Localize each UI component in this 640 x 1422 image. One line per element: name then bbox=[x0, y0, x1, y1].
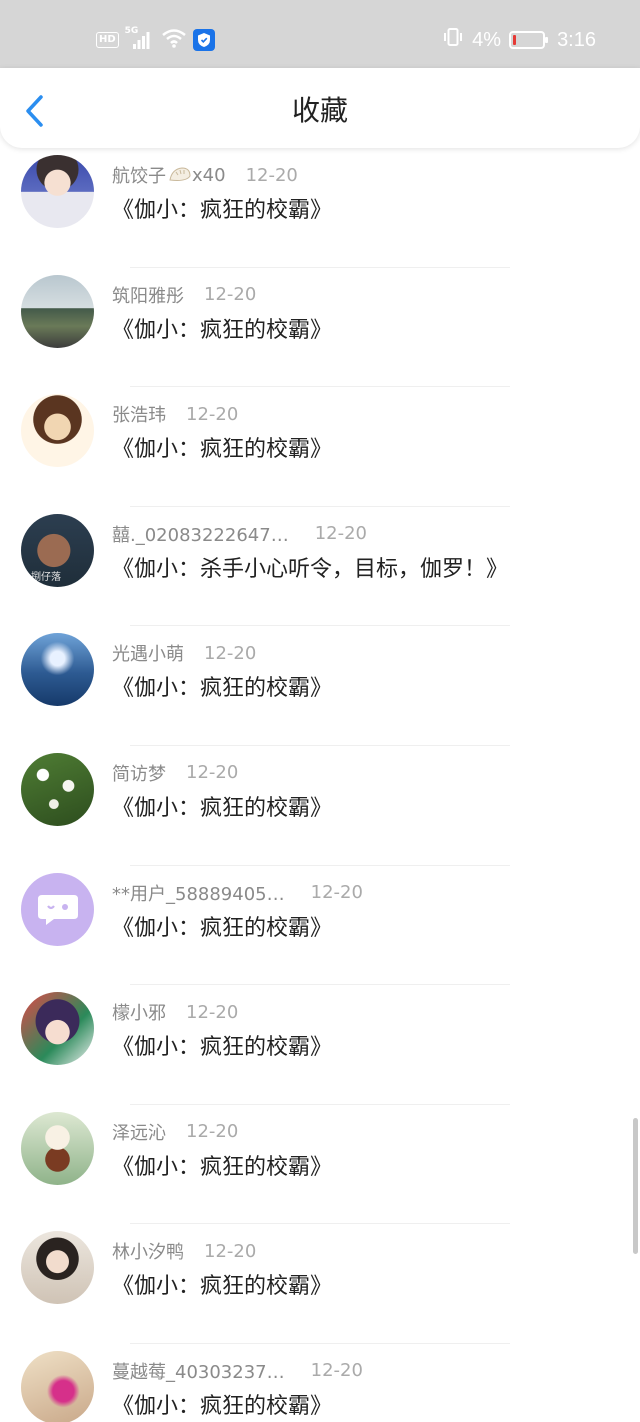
item-content[interactable]: 《伽小：疯狂的校霸》 bbox=[112, 196, 332, 226]
item-meta: 檬小邪 12-20 bbox=[112, 999, 238, 1025]
item-meta: 张浩玮 12-20 bbox=[112, 401, 238, 427]
battery-level bbox=[513, 35, 517, 45]
item-date: 12-20 bbox=[204, 1240, 257, 1262]
battery-icon bbox=[509, 31, 549, 49]
shield-app-icon bbox=[192, 29, 215, 51]
avatar[interactable] bbox=[21, 633, 94, 707]
favorites-list: 航饺子 x40 12-20 《伽小：疯狂的校霸》 筑阳雅彤 12-20 《伽小：… bbox=[0, 148, 640, 1422]
badge-count: x40 bbox=[192, 164, 226, 186]
page-title: 收藏 bbox=[291, 94, 348, 127]
battery-percent: 4% bbox=[472, 28, 502, 51]
item-meta: 航饺子 x40 12-20 bbox=[112, 162, 298, 188]
status-bar-right: 4% 3:16 bbox=[442, 26, 596, 54]
avatar[interactable] bbox=[21, 1111, 94, 1185]
username[interactable]: 檬小邪 bbox=[112, 999, 166, 1025]
item-content[interactable]: 《伽小：疯狂的校霸》 bbox=[112, 1153, 332, 1183]
item-meta: 筑阳雅彤 12-20 bbox=[112, 282, 256, 308]
scrollbar[interactable] bbox=[633, 1118, 638, 1254]
list-item[interactable]: **用户_58889405… 12-20 《伽小：疯狂的校霸》 bbox=[0, 866, 640, 986]
list-item[interactable]: 林小汐鸭 12-20 《伽小：疯狂的校霸》 bbox=[0, 1224, 640, 1344]
username[interactable]: 囍._02083222647… bbox=[112, 521, 289, 547]
item-content[interactable]: 《伽小：疯狂的校霸》 bbox=[112, 435, 332, 465]
list-item[interactable]: 泽远沁 12-20 《伽小：疯狂的校霸》 bbox=[0, 1105, 640, 1225]
username[interactable]: 林小汐鸭 bbox=[112, 1238, 184, 1264]
item-date: 12-20 bbox=[186, 1121, 239, 1143]
item-date: 12-20 bbox=[204, 642, 257, 664]
avatar[interactable] bbox=[21, 394, 94, 468]
username[interactable]: 光遇小萌 bbox=[112, 640, 184, 666]
username[interactable]: 筑阳雅彤 bbox=[112, 282, 184, 308]
item-content[interactable]: 《伽小：杀手小心听令，目标，伽罗！》 bbox=[112, 555, 508, 585]
list-item[interactable]: 蔓越莓_40303237… 12-20 《伽小：疯狂的校霸》 bbox=[0, 1344, 640, 1422]
item-date: 12-20 bbox=[186, 403, 239, 425]
list-item[interactable]: 捌仔落 囍._02083222647… 12-20 《伽小：杀手小心听令，目标，… bbox=[0, 507, 640, 627]
item-content[interactable]: 《伽小：疯狂的校霸》 bbox=[112, 914, 332, 944]
item-meta: 林小汐鸭 12-20 bbox=[112, 1238, 256, 1264]
item-meta: **用户_58889405… 12-20 bbox=[112, 880, 363, 906]
item-meta: 蔓越莓_40303237… 12-20 bbox=[112, 1358, 363, 1384]
status-bar: HD 5G 4% 3:16 bbox=[0, 0, 640, 68]
avatar[interactable]: 捌仔落 bbox=[21, 513, 94, 587]
item-content[interactable]: 《伽小：疯狂的校霸》 bbox=[112, 1392, 332, 1422]
username[interactable]: 航饺子 bbox=[112, 162, 166, 188]
item-meta: 泽远沁 12-20 bbox=[112, 1119, 238, 1145]
avatar[interactable] bbox=[21, 1350, 94, 1422]
list-item[interactable]: 简访梦 12-20 《伽小：疯狂的校霸》 bbox=[0, 746, 640, 866]
item-date: 12-20 bbox=[186, 762, 239, 784]
item-content[interactable]: 《伽小：疯狂的校霸》 bbox=[112, 1272, 332, 1302]
item-date: 12-20 bbox=[204, 284, 257, 306]
avatar[interactable] bbox=[21, 872, 94, 946]
status-bar-left: HD 5G bbox=[96, 26, 215, 54]
vibrate-icon bbox=[442, 26, 464, 54]
item-meta: 囍._02083222647… 12-20 bbox=[112, 521, 367, 547]
username[interactable]: 蔓越莓_40303237… bbox=[112, 1358, 285, 1384]
item-date: 12-20 bbox=[245, 164, 298, 186]
item-content[interactable]: 《伽小：疯狂的校霸》 bbox=[112, 1033, 332, 1063]
list-item[interactable]: 张浩玮 12-20 《伽小：疯狂的校霸》 bbox=[0, 387, 640, 507]
dumpling-icon bbox=[168, 166, 192, 184]
item-date: 12-20 bbox=[310, 882, 363, 904]
list-item[interactable]: 航饺子 x40 12-20 《伽小：疯狂的校霸》 bbox=[0, 148, 640, 268]
avatar[interactable] bbox=[21, 155, 94, 228]
wifi-icon bbox=[161, 27, 187, 53]
username[interactable]: 简访梦 bbox=[112, 760, 166, 786]
avatar[interactable] bbox=[21, 992, 94, 1066]
avatar[interactable] bbox=[21, 274, 94, 348]
nav-header: 收藏 bbox=[0, 68, 640, 148]
avatar[interactable] bbox=[21, 1231, 94, 1305]
item-meta: 光遇小萌 12-20 bbox=[112, 640, 256, 666]
item-content[interactable]: 《伽小：疯狂的校霸》 bbox=[112, 674, 332, 704]
item-meta: 简访梦 12-20 bbox=[112, 760, 238, 786]
signal-icon: 5G bbox=[125, 26, 151, 51]
item-date: 12-20 bbox=[310, 1360, 363, 1382]
list-item[interactable]: 光遇小萌 12-20 《伽小：疯狂的校霸》 bbox=[0, 626, 640, 746]
list-item[interactable]: 筑阳雅彤 12-20 《伽小：疯狂的校霸》 bbox=[0, 268, 640, 388]
item-content[interactable]: 《伽小：疯狂的校霸》 bbox=[112, 794, 332, 824]
avatar-watermark-text: 捌仔落 bbox=[31, 571, 61, 583]
avatar[interactable] bbox=[21, 752, 94, 826]
chat-bubble-icon bbox=[37, 895, 78, 926]
item-date: 12-20 bbox=[186, 1001, 239, 1023]
list-item[interactable]: 檬小邪 12-20 《伽小：疯狂的校霸》 bbox=[0, 985, 640, 1105]
username[interactable]: **用户_58889405… bbox=[112, 880, 285, 906]
username[interactable]: 泽远沁 bbox=[112, 1119, 166, 1145]
clock: 3:16 bbox=[557, 28, 596, 51]
item-date: 12-20 bbox=[314, 523, 368, 545]
hd-badge: HD bbox=[96, 32, 119, 48]
item-content[interactable]: 《伽小：疯狂的校霸》 bbox=[112, 316, 332, 346]
username[interactable]: 张浩玮 bbox=[112, 401, 166, 427]
